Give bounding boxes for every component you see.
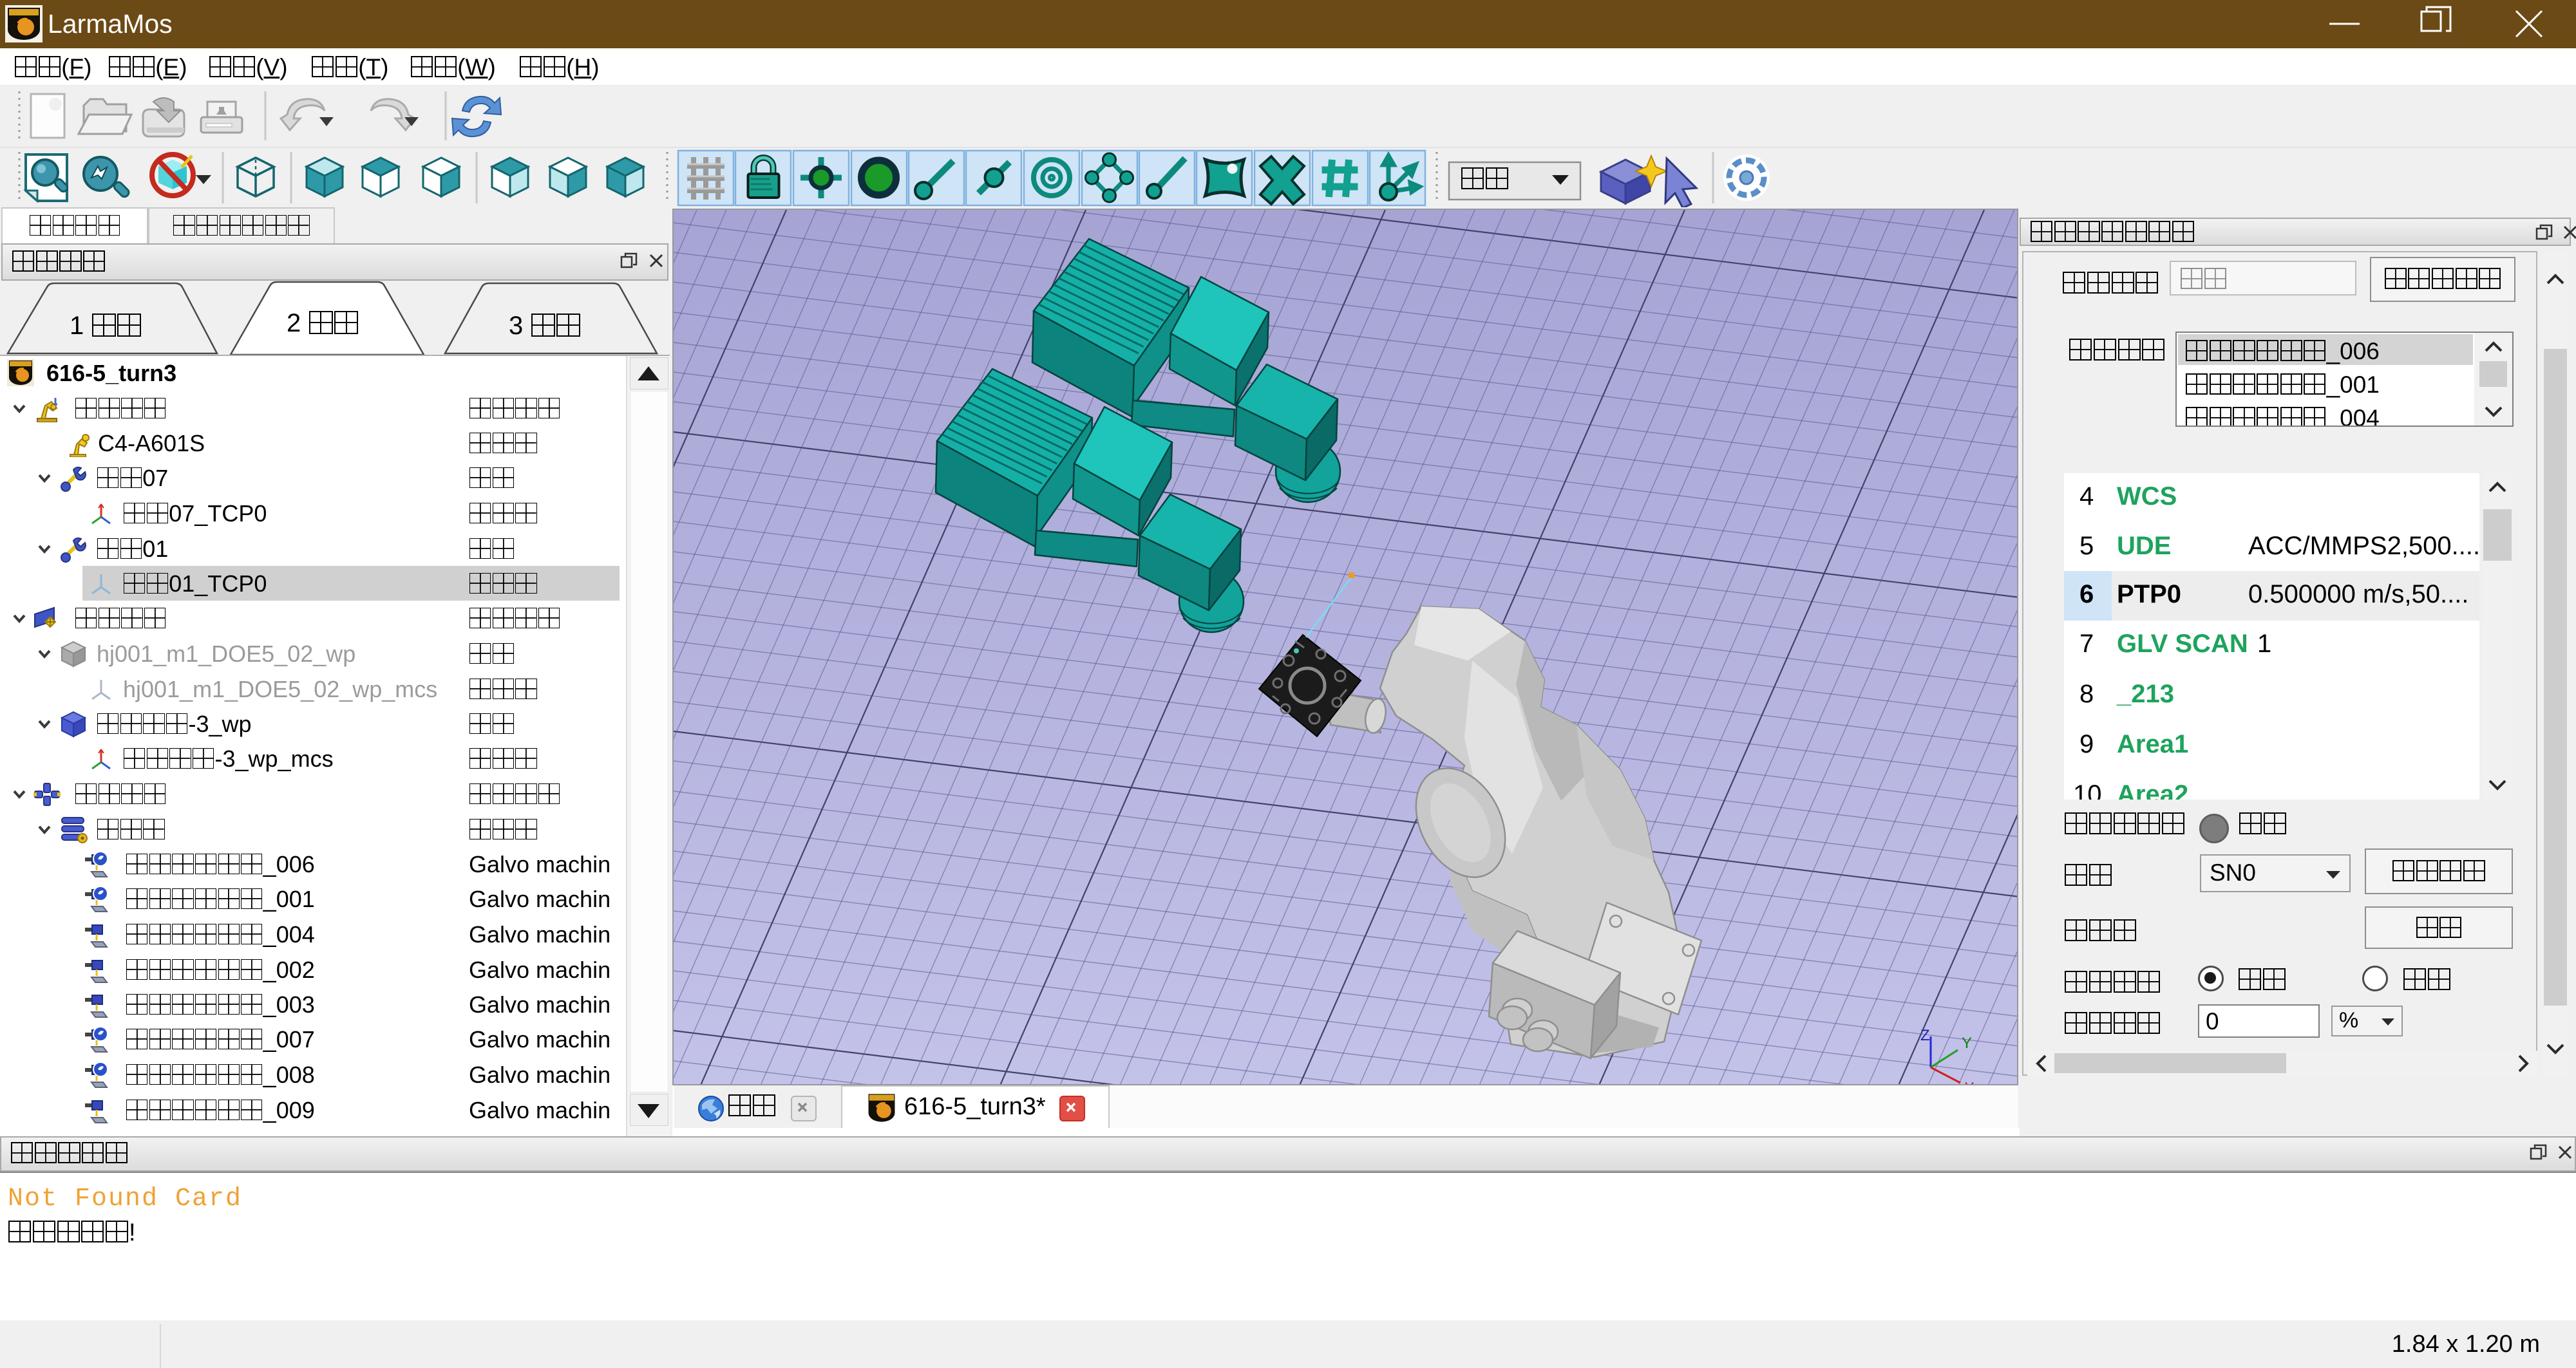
svg-text:Y: Y bbox=[1962, 1035, 1972, 1052]
svg-text:Z: Z bbox=[1920, 1027, 1930, 1044]
svg-text:X: X bbox=[1964, 1080, 1975, 1085]
